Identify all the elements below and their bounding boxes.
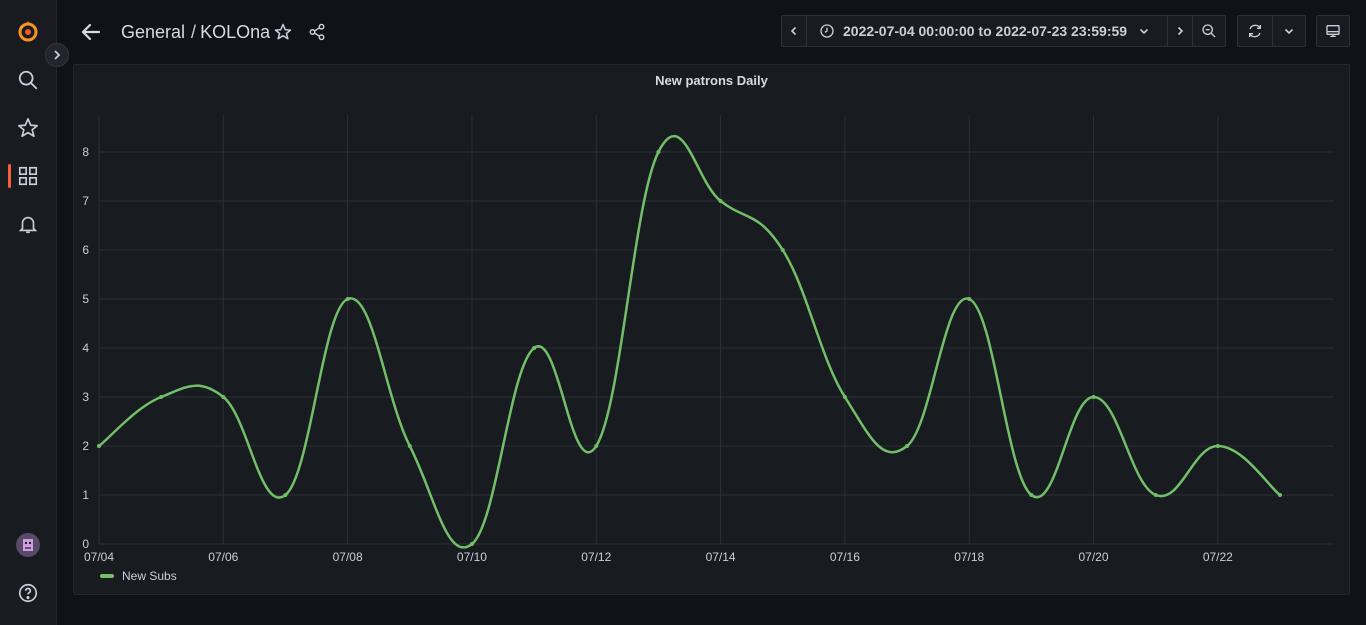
x-tick-label: 07/18 [954, 550, 984, 564]
time-range-label: 2022-07-04 00:00:00 to 2022-07-23 23:59:… [843, 23, 1128, 39]
y-tick-label: 1 [82, 488, 89, 502]
y-tick-label: 3 [82, 390, 89, 404]
data-point[interactable] [345, 297, 350, 301]
data-point[interactable] [842, 395, 847, 399]
chevron-right-icon [54, 50, 61, 60]
x-tick-label: 07/20 [1079, 550, 1109, 564]
star-icon [274, 23, 292, 40]
help-icon[interactable] [16, 581, 40, 605]
data-point[interactable] [532, 346, 537, 350]
x-tick-label: 07/08 [333, 550, 363, 564]
y-tick-label: 2 [82, 439, 89, 453]
time-back-button[interactable] [781, 15, 807, 47]
data-point[interactable] [407, 444, 412, 448]
legend-label: New Subs [122, 569, 177, 583]
chevron-left-icon [790, 26, 797, 36]
x-tick-label: 07/12 [581, 550, 611, 564]
refresh-interval-dropdown[interactable] [1272, 15, 1306, 47]
zoom-out-button[interactable] [1192, 15, 1226, 47]
share-icon [309, 23, 325, 41]
favorite-button[interactable] [271, 20, 295, 44]
legend-item[interactable]: New Subs [100, 569, 177, 583]
search-icon[interactable] [16, 68, 40, 92]
x-tick-label: 07/10 [457, 550, 487, 564]
data-point[interactable] [594, 444, 599, 448]
data-point[interactable] [469, 542, 474, 546]
time-forward-button[interactable] [1167, 15, 1193, 47]
share-button[interactable] [305, 20, 329, 44]
breadcrumb: General / KOLOna [121, 20, 270, 44]
data-point[interactable] [905, 444, 910, 448]
dashboards-icon[interactable] [16, 164, 40, 188]
y-tick-label: 7 [82, 194, 89, 208]
arrow-left-icon [81, 23, 101, 41]
grafana-logo-icon[interactable] [16, 20, 40, 44]
time-picker-button[interactable]: 2022-07-04 00:00:00 to 2022-07-23 23:59:… [806, 15, 1168, 47]
chart-panel: New patrons Daily 0 1 2 3 4 5 6 7 8 07/04 07/06 07/… [73, 64, 1350, 595]
data-point[interactable] [283, 493, 288, 497]
dashboard-title[interactable]: KOLOna [200, 22, 270, 42]
sync-icon [1249, 24, 1261, 38]
legend-swatch [100, 574, 114, 578]
x-tick-label: 07/16 [830, 550, 860, 564]
chevron-right-icon [1177, 26, 1184, 36]
bell-icon[interactable] [16, 212, 40, 236]
y-tick-label: 6 [82, 243, 89, 257]
series-line-new-subs[interactable] [98, 134, 1281, 549]
y-tick-label: 0 [82, 537, 89, 551]
zoom-out-icon [1202, 24, 1216, 38]
star-icon[interactable] [16, 116, 40, 140]
tv-mode-button[interactable] [1316, 15, 1350, 47]
x-tick-label: 07/22 [1203, 550, 1233, 564]
back-button[interactable] [79, 20, 103, 44]
x-tick-label: 07/06 [208, 550, 238, 564]
breadcrumb-separator: / [191, 22, 197, 42]
refresh-button[interactable] [1237, 15, 1273, 47]
data-point[interactable] [718, 199, 723, 203]
chevron-down-icon [1140, 28, 1149, 35]
sidebar [0, 0, 57, 625]
expand-sidebar-button[interactable] [45, 43, 69, 67]
topbar: General / KOLOna 2022-07-04 00:00:00 to 20… [57, 0, 1366, 64]
data-point[interactable] [159, 395, 164, 399]
x-tick-label: 07/04 [84, 550, 114, 564]
chevron-down-icon [1284, 28, 1294, 35]
data-point[interactable] [1215, 444, 1220, 448]
y-tick-label: 5 [82, 292, 89, 306]
data-point[interactable] [1091, 395, 1096, 399]
data-point[interactable] [1153, 493, 1158, 497]
data-point[interactable] [97, 444, 101, 448]
data-point[interactable] [656, 150, 661, 154]
x-tick-label: 07/14 [706, 550, 736, 564]
y-tick-label: 8 [82, 145, 89, 159]
data-point[interactable] [1278, 493, 1282, 497]
breadcrumb-folder[interactable]: General [121, 22, 185, 42]
data-point[interactable] [1029, 493, 1034, 497]
active-indicator [8, 164, 11, 188]
monitor-icon [1326, 25, 1340, 37]
y-tick-label: 4 [82, 341, 89, 355]
clock-icon [820, 24, 834, 38]
data-point[interactable] [780, 248, 785, 252]
avatar[interactable] [16, 533, 40, 557]
data-point[interactable] [967, 297, 972, 301]
line-chart[interactable]: 0 1 2 3 4 5 6 7 8 07/04 07/06 07/08 07/10 07/12 07/14 0… [74, 65, 1351, 565]
data-point[interactable] [221, 395, 226, 399]
